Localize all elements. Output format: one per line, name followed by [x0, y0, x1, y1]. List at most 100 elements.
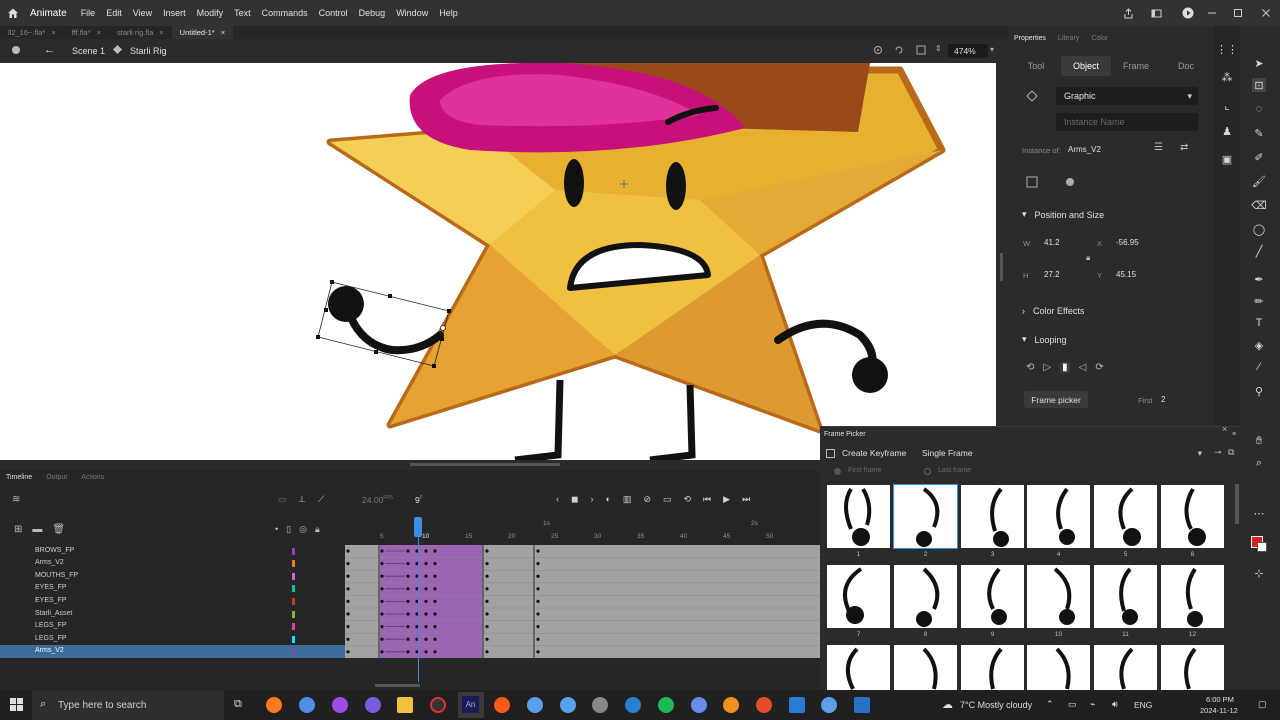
- play-once-reverse-icon[interactable]: ◁: [1079, 362, 1087, 373]
- menu-text[interactable]: Text: [234, 8, 251, 18]
- parenting-icon[interactable]: ⊥: [298, 494, 306, 505]
- pencil-tool-icon[interactable]: ✐: [1252, 150, 1266, 164]
- delete-layer-icon[interactable]: 🗑︎: [52, 524, 65, 535]
- layer-row[interactable]: LEGS_FP: [0, 620, 345, 633]
- frame-thumbnail[interactable]: [827, 485, 890, 548]
- outline-icon[interactable]: ▯: [286, 524, 291, 535]
- stage-canvas[interactable]: [0, 63, 996, 460]
- menu-view[interactable]: View: [133, 8, 152, 18]
- position-size-section[interactable]: ▾ Position and Size: [1022, 209, 1104, 220]
- camera-icon[interactable]: ▣: [1220, 152, 1234, 166]
- left-arm-selected[interactable]: [344, 306, 444, 355]
- frame-thumbnail[interactable]: [961, 565, 1024, 628]
- frame-picker-scrollbar[interactable]: [1235, 484, 1239, 524]
- tray-icon[interactable]: ▭: [1068, 699, 1077, 710]
- animate-icon[interactable]: An: [462, 696, 479, 713]
- clock-time[interactable]: 6:00 PM: [1206, 695, 1234, 704]
- align-icon[interactable]: ⋮⋮: [1216, 42, 1238, 56]
- single-frame-icon[interactable]: ▮: [1060, 362, 1070, 373]
- task-view-icon[interactable]: ⧉: [234, 698, 242, 711]
- next-keyframe-icon[interactable]: ›: [590, 494, 593, 505]
- paint-brush-tool-icon[interactable]: 🖌︎: [1252, 174, 1266, 188]
- swap-properties-icon[interactable]: ☰: [1154, 142, 1163, 153]
- layer-row[interactable]: Starli_Asset: [0, 608, 345, 621]
- lasso-tool-icon[interactable]: ◌: [1252, 102, 1266, 116]
- prev-keyframe-icon[interactable]: ‹: [556, 494, 559, 505]
- frame-thumbnail[interactable]: [1094, 565, 1157, 628]
- layer-row[interactable]: MOUTHS_FP: [0, 570, 345, 583]
- frame-thumbnail[interactable]: [827, 565, 890, 628]
- insert-keyframe-icon[interactable]: ◼: [571, 494, 578, 505]
- fps-value[interactable]: 24.00: [362, 495, 383, 505]
- window-icon[interactable]: [1148, 5, 1164, 21]
- y-field[interactable]: 45.15: [1116, 270, 1136, 279]
- menu-help[interactable]: Help: [439, 8, 458, 18]
- doc-tab-active[interactable]: Untitled-1* ×: [171, 26, 234, 39]
- subtab-object[interactable]: Object: [1061, 56, 1111, 76]
- share-icon[interactable]: [1120, 5, 1136, 21]
- stage-menu-icon[interactable]: [10, 44, 22, 58]
- frame-thumbnail[interactable]: [1027, 485, 1090, 548]
- frame-thumbnail[interactable]: [961, 645, 1024, 690]
- new-layer-icon[interactable]: ⊞: [14, 524, 22, 535]
- new-folder-icon[interactable]: ▬: [32, 524, 42, 535]
- app-icon[interactable]: [625, 697, 641, 713]
- puppet-icon[interactable]: ♟: [1220, 124, 1234, 138]
- zoom-tool-icon[interactable]: ⌕: [1252, 456, 1266, 470]
- menu-window[interactable]: Window: [396, 8, 428, 18]
- playhead-handle[interactable]: [414, 517, 422, 537]
- frame-thumbnail[interactable]: [1027, 645, 1090, 690]
- lock-icon[interactable]: 🔒︎: [1086, 253, 1090, 263]
- free-transform-tool-icon[interactable]: ⊡: [1252, 78, 1266, 92]
- timeline-horizontal-scrollbar[interactable]: [345, 682, 820, 688]
- brush-tool-icon[interactable]: ✎: [1252, 126, 1266, 140]
- app-icon[interactable]: [756, 697, 772, 713]
- loop-reverse-icon[interactable]: ⟳: [1095, 362, 1103, 373]
- app-icon[interactable]: [527, 697, 543, 713]
- menu-insert[interactable]: Insert: [163, 8, 186, 18]
- tween-icon[interactable]: ⟋: [318, 494, 324, 505]
- back-arrow-icon[interactable]: ←: [44, 44, 55, 56]
- play-test-icon[interactable]: [1180, 5, 1196, 21]
- frame-thumbnail-selected[interactable]: [893, 484, 958, 549]
- spotify-icon[interactable]: [658, 697, 674, 713]
- tab-actions[interactable]: Actions: [81, 474, 104, 481]
- timeline-frames-grid[interactable]: [345, 545, 820, 658]
- layer-row[interactable]: BROWS_FP: [0, 545, 345, 558]
- visibility-icon[interactable]: ◎: [299, 524, 307, 535]
- frame-thumbnail[interactable]: [1161, 565, 1224, 628]
- brave-icon[interactable]: [494, 697, 510, 713]
- last-frame-radio[interactable]: [924, 468, 931, 475]
- height-field[interactable]: 27.2: [1044, 270, 1060, 279]
- home-icon[interactable]: [2, 0, 24, 26]
- layer-row[interactable]: EYES_FP: [0, 595, 345, 608]
- frame-thumbnail[interactable]: [894, 645, 957, 690]
- pencil2-tool-icon[interactable]: ✏: [1252, 294, 1266, 308]
- language-indicator[interactable]: ENG: [1134, 700, 1152, 710]
- first-frame-field[interactable]: 2: [1161, 395, 1165, 404]
- color-effects-section[interactable]: › Color Effects: [1022, 306, 1084, 316]
- lock-all-icon[interactable]: 🔒︎: [315, 524, 320, 535]
- hand-tool-icon[interactable]: ✋︎: [1252, 434, 1266, 448]
- highlight-dot-icon[interactable]: •: [275, 524, 278, 535]
- assets-icon[interactable]: ⁂: [1220, 70, 1234, 84]
- maximize-icon[interactable]: [1230, 5, 1246, 21]
- clock-date[interactable]: 2024-11-12: [1200, 706, 1238, 715]
- vscode-icon[interactable]: [789, 697, 805, 713]
- doc-tab[interactable]: starli rig.fla ×: [109, 26, 172, 39]
- breadcrumb-symbol[interactable]: Starli Rig: [130, 46, 167, 56]
- close-icon[interactable]: [1258, 5, 1274, 21]
- break-apart-icon[interactable]: [1064, 176, 1076, 190]
- close-icon[interactable]: ×: [221, 28, 225, 39]
- looping-section[interactable]: ▾ Looping: [1022, 334, 1067, 345]
- frame-mode-dropdown[interactable]: Single Frame ▾: [918, 445, 1206, 461]
- discord-icon[interactable]: [365, 697, 381, 713]
- tab-properties[interactable]: Properties: [1014, 35, 1046, 42]
- text-tool-icon[interactable]: T: [1252, 316, 1266, 330]
- create-keyframe-checkbox[interactable]: [826, 449, 835, 458]
- breadcrumb-scene[interactable]: Scene 1: [72, 46, 105, 56]
- swap-symbol-icon[interactable]: ⇄: [1180, 142, 1188, 153]
- menu-modify[interactable]: Modify: [197, 8, 224, 18]
- edit-multiple-icon[interactable]: ▥: [623, 494, 632, 505]
- subtab-tool[interactable]: Tool: [1011, 56, 1061, 76]
